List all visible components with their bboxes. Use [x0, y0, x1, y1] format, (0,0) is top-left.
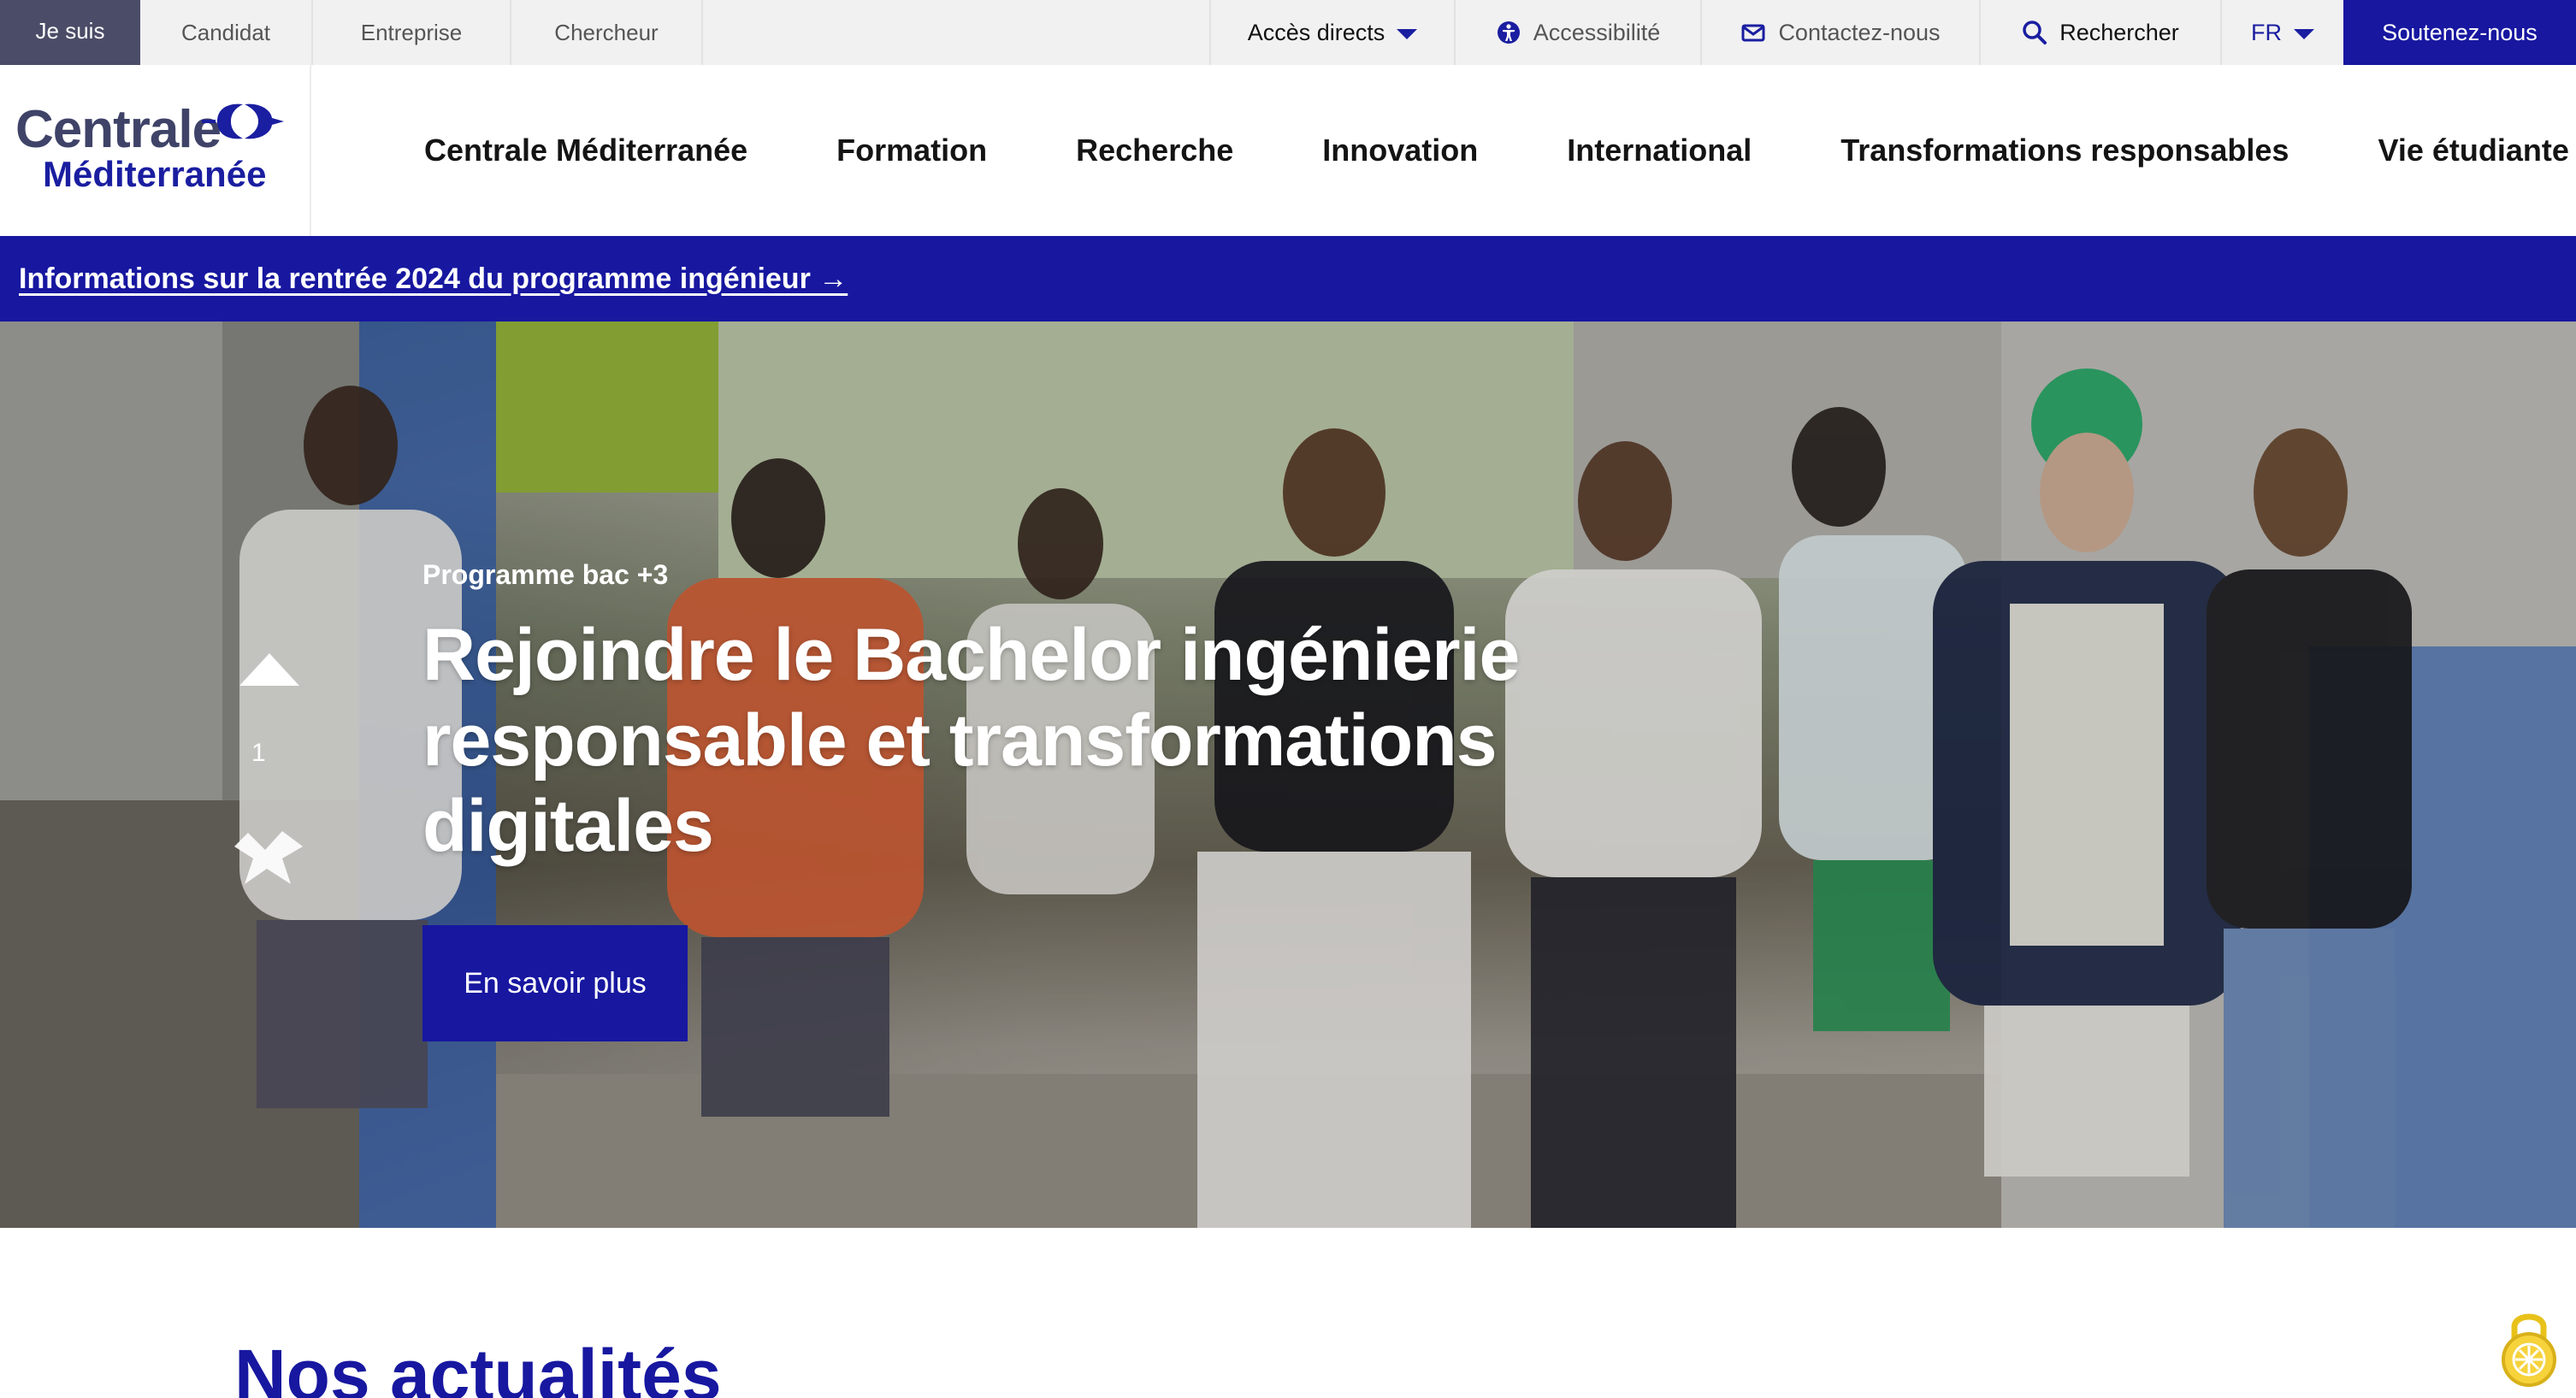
caret-down-icon: [2294, 29, 2314, 39]
nav-item-transformations[interactable]: Transformations responsables: [1840, 133, 2289, 168]
support-button[interactable]: Soutenez-nous: [2343, 0, 2576, 65]
acces-directs-dropdown[interactable]: Accès directs: [1209, 0, 1454, 65]
nav-item-vie-etudiante[interactable]: Vie étudiante: [2378, 133, 2568, 168]
hero-cta-button[interactable]: En savoir plus: [422, 925, 688, 1041]
nav-item-centrale[interactable]: Centrale Méditerranée: [424, 133, 747, 168]
hero-subtitle: Programme bac +3: [422, 559, 669, 590]
announcement-link[interactable]: Informations sur la rentrée 2024 du prog…: [19, 262, 848, 296]
je-suis-label: Je suis: [0, 0, 140, 65]
role-chercheur[interactable]: Chercheur: [511, 0, 703, 65]
acces-directs-label: Accès directs: [1247, 19, 1385, 45]
logo-text-line2: Méditerranée: [43, 154, 267, 194]
main-nav: Centrale Méditerranée Formation Recherch…: [311, 65, 2569, 236]
accessibility-link[interactable]: Accessibilité: [1454, 0, 1700, 65]
accessibility-icon: [1497, 21, 1520, 44]
role-candidat[interactable]: Candidat: [140, 0, 313, 65]
utility-bar: Je suis Candidat Entreprise Chercheur Ac…: [0, 0, 2576, 65]
svg-text:1: 1: [251, 739, 266, 767]
announcement-bar: Informations sur la rentrée 2024 du prog…: [0, 236, 2576, 321]
hero-banner: 1 Programme bac +3 Rejoindre le Bachelor…: [0, 321, 2576, 1228]
mail-icon: [1741, 24, 1765, 42]
search-icon: [2023, 21, 2047, 44]
nav-item-recherche[interactable]: Recherche: [1076, 133, 1233, 168]
news-section-title: Nos actualités: [234, 1335, 722, 1398]
logo-text-line1: Centrale: [15, 100, 222, 159]
role-entreprise[interactable]: Entreprise: [313, 0, 511, 65]
accessibility-label: Accessibilité: [1533, 19, 1661, 45]
language-label: FR: [2251, 19, 2282, 45]
language-select[interactable]: FR: [2220, 0, 2343, 65]
hero-title: Rejoindre le Bachelor ingénierie respons…: [422, 614, 1520, 867]
contact-link[interactable]: Contactez-nous: [1700, 0, 1979, 65]
hero-decoration-icon: 1: [234, 653, 303, 884]
search-label: Rechercher: [2059, 19, 2179, 45]
main-header: Centrale Méditerranée Centrale Méditerra…: [0, 65, 2576, 236]
search-button[interactable]: Rechercher: [1979, 0, 2220, 65]
nav-item-formation[interactable]: Formation: [836, 133, 987, 168]
cookie-lock-icon[interactable]: [2497, 1301, 2561, 1387]
nav-item-innovation[interactable]: Innovation: [1322, 133, 1478, 168]
logo-mark-icon: [202, 103, 284, 139]
site-logo[interactable]: Centrale Méditerranée: [0, 65, 311, 236]
nav-item-international[interactable]: International: [1567, 133, 1752, 168]
caret-down-icon: [1397, 29, 1418, 39]
contact-label: Contactez-nous: [1778, 19, 1941, 45]
